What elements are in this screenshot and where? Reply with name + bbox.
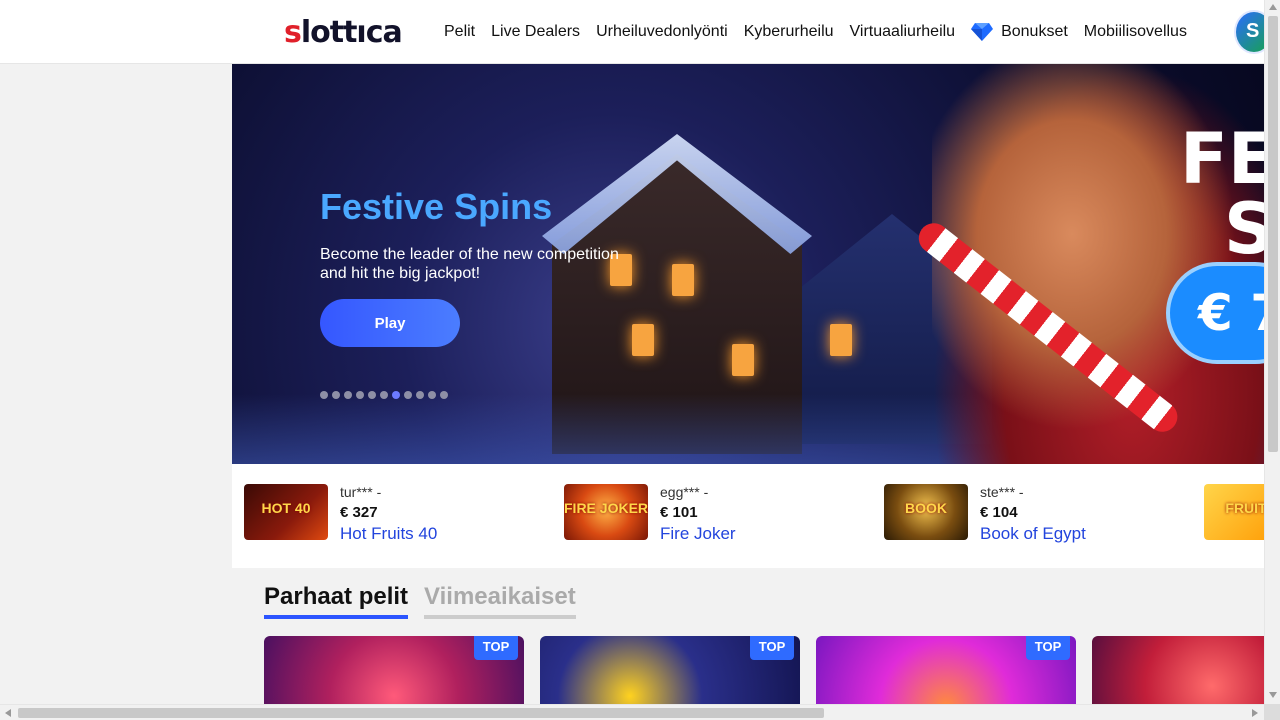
winner-username: egg*** - [660, 484, 709, 500]
vertical-scroll-thumb[interactable] [1268, 16, 1278, 452]
scroll-down-arrow-icon[interactable] [1269, 692, 1277, 698]
games-tabs: Parhaat pelit Viimeaikaiset [264, 583, 592, 619]
game-thumbnail[interactable]: HOT 40 [244, 484, 328, 540]
game-thumbnail[interactable]: BOOK [884, 484, 968, 540]
banner-title: Festive Spins [320, 186, 553, 227]
slider-dot[interactable] [416, 391, 424, 399]
slider-dot[interactable] [332, 391, 340, 399]
game-card[interactable]: TOP [816, 636, 1076, 704]
nav-item-mobiilisovellus[interactable]: Mobiilisovellus [1084, 23, 1187, 41]
winner-username: ste*** - [980, 484, 1024, 500]
tab-parhaat-pelit[interactable]: Parhaat pelit [264, 583, 409, 619]
nav-item-live-dealers[interactable]: Live Dealers [491, 23, 580, 41]
winner-amount: € 104 [980, 504, 1018, 521]
winner-game-link[interactable]: Book of Egypt [980, 524, 1086, 544]
winner-item[interactable]: BOOK ste*** - € 104 Book of Egypt [884, 484, 1086, 543]
slottica-logo[interactable]: s lottıca [284, 14, 403, 50]
banner-subtitle: Become the leader of the new competition… [320, 246, 619, 282]
banner-artwork-euro-pill: € 7 [1166, 262, 1264, 364]
scrollbar-corner [1264, 704, 1280, 720]
slider-dot[interactable] [320, 391, 328, 399]
tab-viimeaikaiset[interactable]: Viimeaikaiset [424, 583, 576, 619]
zigzag-divider [232, 560, 1264, 570]
slider-dot[interactable] [440, 391, 448, 399]
nav-item-pelit[interactable]: Pelit [444, 23, 475, 41]
slider-dot[interactable] [404, 391, 412, 399]
game-card[interactable] [1092, 636, 1264, 704]
banner-artwork-text-2: S [1224, 188, 1264, 270]
banner-artwork-headline: FE S [1180, 124, 1264, 264]
slider-dot[interactable] [392, 391, 400, 399]
horizontal-scroll-thumb[interactable] [18, 708, 824, 718]
diamond-icon [971, 23, 994, 41]
logo-letter-s: s [284, 14, 302, 50]
horizontal-scrollbar[interactable] [0, 704, 1264, 720]
avatar-initial: S [1246, 20, 1260, 42]
recent-winners-strip: HOT 40 tur*** - € 327 Hot Fruits 40 FIRE… [232, 464, 1264, 568]
top-badge: TOP [750, 636, 794, 660]
banner-artwork-window [732, 344, 754, 376]
thumbnail-text: HOT 40 [261, 500, 311, 516]
winner-game-link[interactable]: Hot Fruits 40 [340, 524, 437, 544]
winner-game-link[interactable]: Fire Joker [660, 524, 736, 544]
winner-username: tur*** - [340, 484, 382, 500]
winner-amount: € 101 [660, 504, 698, 521]
slider-dot[interactable] [344, 391, 352, 399]
game-card[interactable]: TOP [540, 636, 800, 704]
nav-item-bonukset-label: Bonukset [1001, 23, 1068, 40]
promo-banner[interactable]: FES € 7 Festive Spins Become the leader … [232, 64, 1264, 464]
games-grid: TOP TOP TOP [264, 636, 1264, 704]
vertical-scrollbar[interactable] [1264, 0, 1280, 704]
scroll-left-arrow-icon[interactable] [5, 709, 11, 717]
slider-dots [320, 391, 452, 399]
winner-amount: € 327 [340, 504, 378, 521]
top-header: s lottıca Pelit Live Dealers Urheiluvedon… [0, 0, 1274, 64]
thumbnail-text: BOOK [905, 500, 947, 516]
top-badge: TOP [474, 636, 518, 660]
scroll-right-arrow-icon[interactable] [1252, 709, 1258, 717]
banner-artwork-window [830, 324, 852, 356]
banner-play-button[interactable]: Play [320, 299, 460, 347]
nav-item-kyberurheilu[interactable]: Kyberurheilu [744, 23, 834, 41]
banner-artwork-window [672, 264, 694, 296]
game-thumbnail[interactable]: FIRE JOKER [564, 484, 648, 540]
banner-artwork-text-1: FE [1180, 118, 1264, 200]
logo-text: lottıca [300, 14, 403, 50]
winner-item[interactable]: FIRE JOKER egg*** - € 101 Fire Joker [564, 484, 736, 543]
winner-item[interactable]: FRUIT [1204, 484, 1264, 540]
banner-artwork-window [632, 324, 654, 356]
slider-dot[interactable] [428, 391, 436, 399]
slider-dot[interactable] [380, 391, 388, 399]
game-thumbnail[interactable]: FRUIT [1204, 484, 1264, 540]
nav-item-urheiluvedonlyonti[interactable]: Urheiluvedonlyönti [596, 23, 728, 41]
slider-dot[interactable] [356, 391, 364, 399]
thumbnail-text: FRUIT [1225, 500, 1264, 516]
top-badge: TOP [1026, 636, 1070, 660]
winner-item[interactable]: HOT 40 tur*** - € 327 Hot Fruits 40 [244, 484, 437, 543]
nav-item-virtuaaliurheilu[interactable]: Virtuaaliurheilu [850, 23, 956, 41]
main-nav: Pelit Live Dealers Urheiluvedonlyönti Ky… [436, 0, 1195, 64]
slider-dot[interactable] [368, 391, 376, 399]
thumbnail-text: FIRE JOKER [564, 500, 648, 516]
nav-item-bonukset[interactable]: Bonukset [971, 23, 1068, 41]
game-card[interactable]: TOP [264, 636, 524, 704]
scroll-up-arrow-icon[interactable] [1269, 4, 1277, 10]
